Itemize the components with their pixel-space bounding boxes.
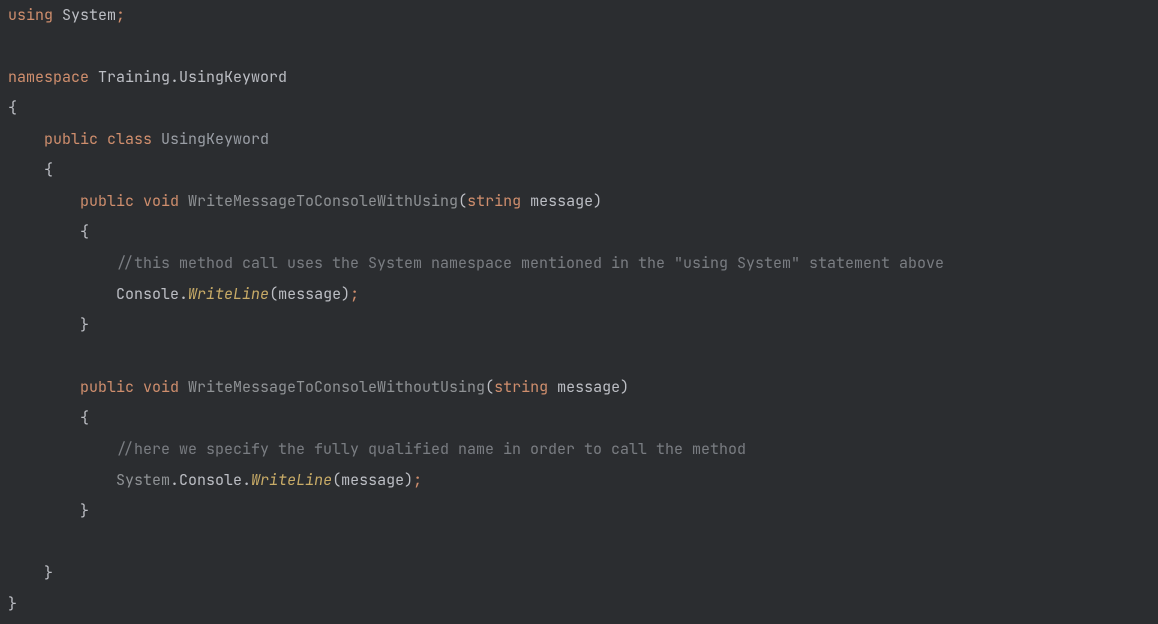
- dot: .: [179, 284, 188, 304]
- code-editor[interactable]: using System; namespace Training.UsingKe…: [8, 0, 1158, 620]
- brace-open: {: [8, 408, 89, 428]
- paren-open: (: [332, 470, 341, 490]
- comment: //here we specify the fully qualified na…: [8, 439, 746, 459]
- code-line-18[interactable]: [8, 527, 1158, 558]
- code-line-11[interactable]: }: [8, 310, 1158, 341]
- keyword-using: using: [8, 5, 53, 25]
- dot: .: [170, 470, 179, 490]
- code-line-16[interactable]: System.Console.WriteLine(message);: [8, 465, 1158, 496]
- brace-close: }: [8, 563, 53, 583]
- keyword-void: void: [134, 191, 179, 211]
- param-message: message: [521, 191, 593, 211]
- method-writeline: WriteLine: [251, 470, 332, 490]
- keyword-namespace: namespace: [8, 67, 89, 87]
- keyword-class: class: [98, 129, 152, 149]
- code-line-3[interactable]: namespace Training.UsingKeyword: [8, 62, 1158, 93]
- keyword-public: public: [8, 191, 134, 211]
- paren-close: ): [341, 284, 350, 304]
- type-system: System: [53, 5, 116, 25]
- type-console: Console: [179, 470, 242, 490]
- code-line-15[interactable]: //here we specify the fully qualified na…: [8, 434, 1158, 465]
- semicolon: ;: [413, 470, 422, 490]
- indent: [8, 470, 116, 490]
- method-name: WriteMessageToConsoleWithoutUsing: [179, 377, 485, 397]
- brace-open: {: [8, 222, 89, 242]
- brace-open: {: [8, 160, 53, 180]
- code-line-5[interactable]: public class UsingKeyword: [8, 124, 1158, 155]
- paren-close: ): [620, 377, 629, 397]
- type-console: Console: [116, 284, 179, 304]
- arg-message: message: [278, 284, 341, 304]
- indent: [8, 284, 116, 304]
- semicolon: ;: [350, 284, 359, 304]
- method-name: WriteMessageToConsoleWithUsing: [179, 191, 458, 211]
- brace-open: {: [8, 98, 17, 118]
- dot: .: [242, 470, 251, 490]
- code-line-2[interactable]: [8, 31, 1158, 62]
- type-string: string: [467, 191, 521, 211]
- comment: //this method call uses the System names…: [8, 253, 944, 273]
- semicolon: ;: [116, 5, 125, 25]
- paren-open: (: [269, 284, 278, 304]
- code-line-12[interactable]: [8, 341, 1158, 372]
- class-name: UsingKeyword: [152, 129, 269, 149]
- param-message: message: [548, 377, 620, 397]
- code-line-10[interactable]: Console.WriteLine(message);: [8, 279, 1158, 310]
- keyword-public: public: [8, 129, 98, 149]
- type-system: System: [116, 470, 170, 490]
- code-line-19[interactable]: }: [8, 558, 1158, 589]
- code-line-7[interactable]: public void WriteMessageToConsoleWithUsi…: [8, 186, 1158, 217]
- keyword-void: void: [134, 377, 179, 397]
- paren-open: (: [485, 377, 494, 397]
- method-writeline: WriteLine: [188, 284, 269, 304]
- paren-close: ): [593, 191, 602, 211]
- keyword-public: public: [8, 377, 134, 397]
- paren-close: ): [404, 470, 413, 490]
- code-line-8[interactable]: {: [8, 217, 1158, 248]
- code-line-6[interactable]: {: [8, 155, 1158, 186]
- code-line-13[interactable]: public void WriteMessageToConsoleWithout…: [8, 372, 1158, 403]
- code-line-9[interactable]: //this method call uses the System names…: [8, 248, 1158, 279]
- arg-message: message: [341, 470, 404, 490]
- paren-open: (: [458, 191, 467, 211]
- brace-close: }: [8, 315, 89, 335]
- code-line-20[interactable]: }: [8, 589, 1158, 620]
- namespace-name: Training.UsingKeyword: [89, 67, 287, 87]
- code-line-17[interactable]: }: [8, 496, 1158, 527]
- brace-close: }: [8, 501, 89, 521]
- code-line-4[interactable]: {: [8, 93, 1158, 124]
- brace-close: }: [8, 594, 17, 614]
- code-line-14[interactable]: {: [8, 403, 1158, 434]
- code-line-1[interactable]: using System;: [8, 0, 1158, 31]
- type-string: string: [494, 377, 548, 397]
